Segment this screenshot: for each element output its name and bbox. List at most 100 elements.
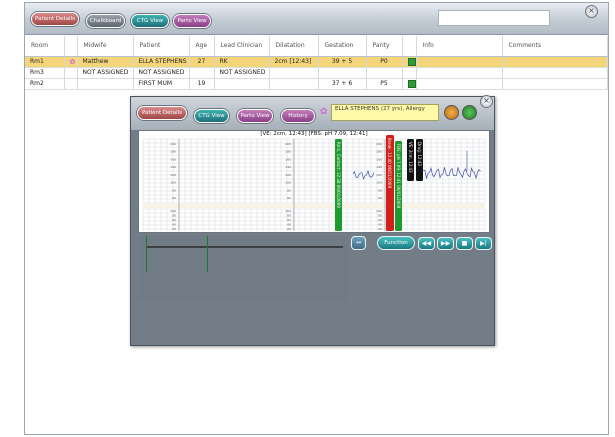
tab-ctg-view[interactable]: CTG View xyxy=(131,14,169,28)
timeline-scrubber[interactable] xyxy=(138,236,348,301)
tab-label: CTG View xyxy=(136,18,164,24)
event-marker-label: Rm1, Contact: 12:38 06/01/2009 xyxy=(336,142,341,208)
toco-tick-label: 100 xyxy=(376,209,382,213)
toco-tick-label: 80 xyxy=(378,214,382,218)
tab-label: History xyxy=(288,113,308,119)
flag-cell xyxy=(402,67,417,79)
fhr-tick-label: 100 xyxy=(170,181,176,185)
fhr-tick-label: 120 xyxy=(376,173,382,177)
patient-info-box: ELLA STEPHENS (27 yrs), Allergy xyxy=(331,104,439,121)
fhr-tick-label: 120 xyxy=(170,173,176,177)
column-header: Room xyxy=(25,36,65,57)
fast-forward-icon[interactable]: ▶▶ xyxy=(437,237,454,250)
patient-cell: FIRST MUM xyxy=(133,78,190,90)
stop-icon[interactable]: ■ xyxy=(456,237,473,250)
band xyxy=(143,204,485,208)
fhr-tick-label: 180 xyxy=(285,150,291,154)
table-header-row: Room Midwife Patient Age Lead Clinician … xyxy=(25,36,608,57)
dilatation-cell xyxy=(269,78,319,90)
alert-icon[interactable] xyxy=(444,105,459,120)
ctg-tab-history[interactable]: History xyxy=(281,109,315,123)
close-icon[interactable]: × xyxy=(480,95,493,108)
room-cell: Rm3 xyxy=(25,67,65,79)
search-input[interactable] xyxy=(438,10,550,26)
ctg-header: Patient Details CTG View Parto View Hist… xyxy=(131,95,494,130)
tab-label: Chalkboard xyxy=(89,18,122,24)
toco-tick-label: 40 xyxy=(172,223,176,227)
flag-icon[interactable] xyxy=(402,56,417,68)
midwife-cell: Matthew xyxy=(77,56,134,68)
toco-tick-label: 100 xyxy=(170,209,176,213)
fhr-tick-label: 80 xyxy=(378,188,382,192)
table-row[interactable]: Rm2 FIRST MUM 19 37 + 6 P5 xyxy=(25,78,608,90)
dilatation-cell: 2cm [12:43] xyxy=(269,56,319,68)
flower-icon: ✿ xyxy=(64,56,78,68)
column-header: Info xyxy=(416,36,503,57)
parity-cell: P5 xyxy=(366,78,403,90)
toco-tick-label: 20 xyxy=(172,227,176,231)
table-row[interactable]: Rm3 NOT ASSIGNED NOT ASSIGNED NOT ASSIGN… xyxy=(25,67,608,79)
column-header: Midwife xyxy=(77,36,134,57)
status-icon[interactable] xyxy=(462,105,477,120)
toco-tick-label: 40 xyxy=(287,223,291,227)
chalkboard-table: Room Midwife Patient Age Lead Clinician … xyxy=(25,36,608,90)
fhr-tick-label: 140 xyxy=(170,165,176,169)
room-cell: Rm1 xyxy=(25,56,65,68)
ctg-tab-parto-view[interactable]: Parto View xyxy=(237,109,273,123)
fhr-tick-label: 160 xyxy=(376,157,382,161)
dilatation-cell xyxy=(269,67,319,79)
fhr-tick-label: 140 xyxy=(376,165,382,169)
toco-tick-label: 60 xyxy=(172,218,176,222)
app-window: Patient Details Chalkboard CTG View Part… xyxy=(0,0,615,437)
lead-clinician-cell: NOT ASSIGNED xyxy=(214,67,270,79)
column-header: Age xyxy=(189,36,215,57)
flag-icon[interactable] xyxy=(402,78,417,90)
info-cell xyxy=(416,67,503,79)
fhr-tick-label: 200 xyxy=(170,142,176,146)
tab-label: Patient Details xyxy=(35,16,75,22)
gestation-cell: 39 + 5 xyxy=(318,56,367,68)
ctg-tab-patient-details[interactable]: Patient Details xyxy=(137,106,187,120)
fhr-tick-label: 160 xyxy=(285,157,291,161)
timeline-track xyxy=(146,246,343,248)
ctg-plot: [VE: 2cm, 12:43] [FBS: pH 7.09, 12:41] 2… xyxy=(138,130,490,233)
toco-tick-label: 80 xyxy=(287,214,291,218)
ctg-tab-ctg-view[interactable]: CTG View xyxy=(194,109,229,123)
toco-tick-label: 60 xyxy=(378,218,382,222)
tab-parto-view[interactable]: Parto View xyxy=(173,14,211,28)
event-marker-label: VE: 2cm, 12:43 xyxy=(408,142,413,173)
toco-tick-label: 40 xyxy=(378,223,382,227)
comments-cell xyxy=(502,56,608,68)
lead-clinician-cell: RK xyxy=(214,56,270,68)
skip-end-icon[interactable]: ▶| xyxy=(475,237,492,250)
ctg-view-window: Patient Details CTG View Parto View Hist… xyxy=(130,95,495,346)
fhr-tick-label: 60 xyxy=(172,196,176,200)
close-icon[interactable]: × xyxy=(585,5,598,18)
fhr-tick-label: 100 xyxy=(376,181,382,185)
function-button[interactable]: Function xyxy=(377,236,415,250)
timeline-marker xyxy=(146,236,147,272)
fhr-tick-label: 160 xyxy=(170,157,176,161)
tab-label: Parto View xyxy=(240,113,270,119)
event-marker-label: FBS: pH 7.09, 12:41 06/01/2009 xyxy=(396,144,401,209)
rewind-icon[interactable]: ◀◀ xyxy=(418,237,435,250)
lead-clinician-cell xyxy=(214,78,270,90)
tab-chalkboard[interactable]: Chalkboard xyxy=(86,14,125,28)
column-header: Parity xyxy=(366,36,403,57)
toco-tick-label: 100 xyxy=(285,209,291,213)
parity-cell: P0 xyxy=(366,56,403,68)
tab-label: CTG View xyxy=(198,113,225,119)
gestation-cell xyxy=(318,67,367,79)
fhr-tick-label: 60 xyxy=(287,196,291,200)
tab-patient-details[interactable]: Patient Details xyxy=(31,12,79,26)
event-marker-label: Break: 12:40 06/01/2009 xyxy=(387,138,392,188)
timeline-marker xyxy=(207,236,208,272)
ctg-chart: 2001801601401201008060100806040202001801… xyxy=(142,135,486,231)
expand-icon[interactable]: ↔ xyxy=(351,236,366,250)
flower-icon: ✿ xyxy=(320,107,328,117)
midwife-cell xyxy=(77,78,134,90)
tab-label: Parto View xyxy=(177,18,207,24)
toco-tick-label: 20 xyxy=(378,227,382,231)
column-header: Gestation xyxy=(318,36,367,57)
table-row[interactable]: Rm1 ✿ Matthew ELLA STEPHENS 27 RK 2cm [1… xyxy=(25,56,608,68)
